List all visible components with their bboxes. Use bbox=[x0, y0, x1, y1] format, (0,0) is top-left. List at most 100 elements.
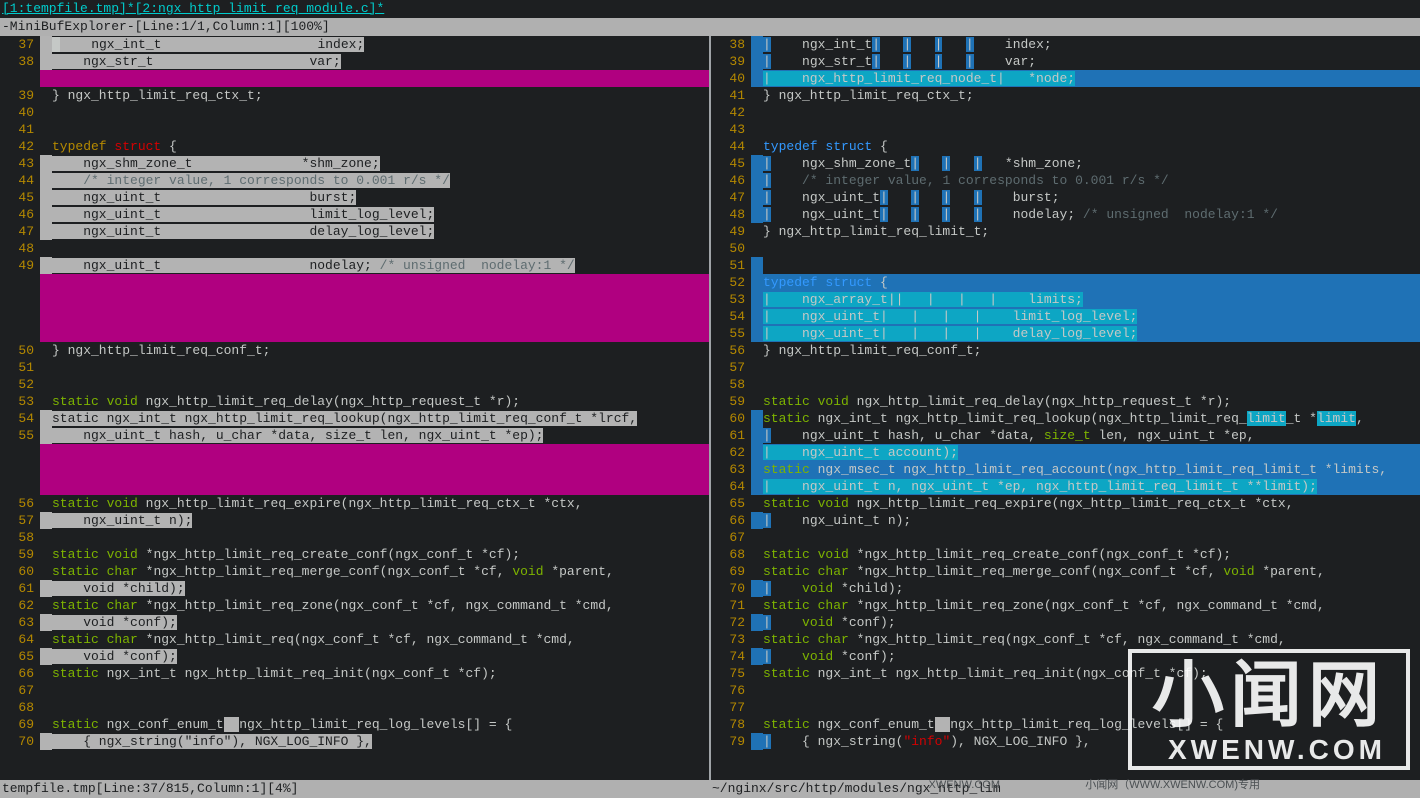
code-text[interactable]: ngx_uint_t hash, u_char *data, size_t le… bbox=[52, 427, 709, 444]
code-text[interactable]: | ngx_uint_t n, ngx_uint_t *ep, ngx_http… bbox=[763, 478, 1420, 495]
code-text[interactable]: static void *ngx_http_limit_req_create_c… bbox=[52, 546, 709, 563]
code-text[interactable] bbox=[52, 325, 709, 342]
code-text[interactable] bbox=[763, 359, 1420, 376]
code-text[interactable]: typedef struct { bbox=[763, 274, 1420, 291]
code-text[interactable] bbox=[763, 699, 1420, 716]
code-text[interactable]: | { ngx_string("info"), NGX_LOG_INFO }, bbox=[763, 733, 1420, 750]
code-text[interactable]: static ngx_msec_t ngx_http_limit_req_acc… bbox=[763, 461, 1420, 478]
code-text[interactable] bbox=[52, 308, 709, 325]
code-line[interactable]: 63 void *conf); bbox=[0, 614, 709, 631]
code-text[interactable]: ngx_shm_zone_t *shm_zone; bbox=[52, 155, 709, 172]
code-text[interactable]: | ngx_int_t| | | | index; bbox=[763, 36, 1420, 53]
code-text[interactable]: /* integer value, 1 corresponds to 0.001… bbox=[52, 172, 709, 189]
code-text[interactable]: ngx_uint_t burst; bbox=[52, 189, 709, 206]
code-text[interactable]: } ngx_http_limit_req_conf_t; bbox=[763, 342, 1420, 359]
code-line[interactable]: 46 ngx_uint_t limit_log_level; bbox=[0, 206, 709, 223]
code-text[interactable]: | void *conf); bbox=[763, 648, 1420, 665]
code-line[interactable]: 51 bbox=[0, 359, 709, 376]
left-pane[interactable]: 37 ngx_int_t index;38 ngx_str_t var; 39} … bbox=[0, 36, 711, 780]
code-line[interactable]: 37 ngx_int_t index; bbox=[0, 36, 709, 53]
code-line[interactable]: 56} ngx_http_limit_req_conf_t; bbox=[711, 342, 1420, 359]
code-text[interactable] bbox=[763, 240, 1420, 257]
right-code-area[interactable]: 38| ngx_int_t| | | | index;39| ngx_str_t… bbox=[711, 36, 1420, 750]
code-text[interactable]: ngx_str_t var; bbox=[52, 53, 709, 70]
code-text[interactable] bbox=[763, 682, 1420, 699]
code-line[interactable]: 48 bbox=[0, 240, 709, 257]
code-text[interactable] bbox=[52, 529, 709, 546]
code-line[interactable]: 68static void *ngx_http_limit_req_create… bbox=[711, 546, 1420, 563]
code-text[interactable]: static ngx_int_t ngx_http_limit_req_look… bbox=[52, 410, 709, 427]
code-text[interactable]: static ngx_int_t ngx_http_limit_req_look… bbox=[763, 410, 1420, 427]
code-line[interactable]: 70 { ngx_string("info"), NGX_LOG_INFO }, bbox=[0, 733, 709, 750]
code-line[interactable]: 39} ngx_http_limit_req_ctx_t; bbox=[0, 87, 709, 104]
code-line[interactable] bbox=[0, 291, 709, 308]
code-text[interactable]: static char *ngx_http_limit_req_zone(ngx… bbox=[763, 597, 1420, 614]
code-text[interactable]: | ngx_uint_t hash, u_char *data, size_t … bbox=[763, 427, 1420, 444]
code-line[interactable] bbox=[0, 478, 709, 495]
code-text[interactable] bbox=[763, 529, 1420, 546]
code-line[interactable]: 76 bbox=[711, 682, 1420, 699]
code-line[interactable]: 66static ngx_int_t ngx_http_limit_req_in… bbox=[0, 665, 709, 682]
code-line[interactable]: 77 bbox=[711, 699, 1420, 716]
code-text[interactable]: static ngx_conf_enum_t ngx_http_limit_re… bbox=[52, 716, 709, 733]
code-text[interactable] bbox=[52, 359, 709, 376]
code-text[interactable]: | void *conf); bbox=[763, 614, 1420, 631]
code-text[interactable]: void *conf); bbox=[52, 614, 709, 631]
code-text[interactable] bbox=[52, 121, 709, 138]
code-line[interactable]: 74| void *conf); bbox=[711, 648, 1420, 665]
left-code-area[interactable]: 37 ngx_int_t index;38 ngx_str_t var; 39} … bbox=[0, 36, 709, 750]
code-line[interactable]: 47 ngx_uint_t delay_log_level; bbox=[0, 223, 709, 240]
code-line[interactable]: 59static void *ngx_http_limit_req_create… bbox=[0, 546, 709, 563]
code-line[interactable]: 38| ngx_int_t| | | | index; bbox=[711, 36, 1420, 53]
code-line[interactable]: 53| ngx_array_t|| | | | limits; bbox=[711, 291, 1420, 308]
code-text[interactable]: | ngx_uint_t| | | | nodelay; /* unsigned… bbox=[763, 206, 1420, 223]
code-text[interactable] bbox=[763, 257, 1420, 274]
code-line[interactable] bbox=[0, 444, 709, 461]
code-text[interactable]: static char *ngx_http_limit_req(ngx_conf… bbox=[763, 631, 1420, 648]
code-text[interactable] bbox=[52, 274, 709, 291]
code-text[interactable]: | ngx_uint_t account); bbox=[763, 444, 1420, 461]
code-text[interactable]: } ngx_http_limit_req_ctx_t; bbox=[52, 87, 709, 104]
code-text[interactable]: static void ngx_http_limit_req_delay(ngx… bbox=[52, 393, 709, 410]
code-text[interactable]: static char *ngx_http_limit_req(ngx_conf… bbox=[52, 631, 709, 648]
code-text[interactable] bbox=[763, 376, 1420, 393]
code-line[interactable]: 52typedef struct { bbox=[711, 274, 1420, 291]
code-text[interactable] bbox=[52, 444, 709, 461]
code-line[interactable]: 58 bbox=[711, 376, 1420, 393]
code-line[interactable]: 61| ngx_uint_t hash, u_char *data, size_… bbox=[711, 427, 1420, 444]
code-text[interactable] bbox=[52, 376, 709, 393]
code-text[interactable]: | ngx_str_t| | | | var; bbox=[763, 53, 1420, 70]
code-text[interactable] bbox=[52, 478, 709, 495]
code-line[interactable]: 38 ngx_str_t var; bbox=[0, 53, 709, 70]
code-text[interactable]: static char *ngx_http_limit_req_merge_co… bbox=[52, 563, 709, 580]
code-line[interactable] bbox=[0, 274, 709, 291]
code-line[interactable]: 66| ngx_uint_t n); bbox=[711, 512, 1420, 529]
code-line[interactable]: 79| { ngx_string("info"), NGX_LOG_INFO }… bbox=[711, 733, 1420, 750]
code-text[interactable]: | ngx_uint_t n); bbox=[763, 512, 1420, 529]
code-text[interactable] bbox=[52, 240, 709, 257]
code-text[interactable] bbox=[763, 104, 1420, 121]
code-text[interactable]: | ngx_uint_t| | | | limit_log_level; bbox=[763, 308, 1420, 325]
code-text[interactable] bbox=[763, 121, 1420, 138]
code-text[interactable]: | ngx_uint_t| | | | delay_log_level; bbox=[763, 325, 1420, 342]
code-line[interactable]: 44typedef struct { bbox=[711, 138, 1420, 155]
code-line[interactable]: 56static void ngx_http_limit_req_expire(… bbox=[0, 495, 709, 512]
code-line[interactable]: 61 void *child); bbox=[0, 580, 709, 597]
code-line[interactable]: 41} ngx_http_limit_req_ctx_t; bbox=[711, 87, 1420, 104]
code-text[interactable]: typedef struct { bbox=[763, 138, 1420, 155]
code-text[interactable]: static ngx_int_t ngx_http_limit_req_init… bbox=[52, 665, 709, 682]
code-text[interactable]: ngx_uint_t delay_log_level; bbox=[52, 223, 709, 240]
code-text[interactable]: } ngx_http_limit_req_conf_t; bbox=[52, 342, 709, 359]
code-line[interactable]: 45 ngx_uint_t burst; bbox=[0, 189, 709, 206]
code-text[interactable]: | void *child); bbox=[763, 580, 1420, 597]
code-line[interactable]: 65 void *conf); bbox=[0, 648, 709, 665]
code-line[interactable]: 48| ngx_uint_t| | | | nodelay; /* unsign… bbox=[711, 206, 1420, 223]
code-text[interactable]: ngx_uint_t limit_log_level; bbox=[52, 206, 709, 223]
code-line[interactable]: 46| /* integer value, 1 corresponds to 0… bbox=[711, 172, 1420, 189]
code-text[interactable]: | /* integer value, 1 corresponds to 0.0… bbox=[763, 172, 1420, 189]
code-text[interactable]: static char *ngx_http_limit_req_zone(ngx… bbox=[52, 597, 709, 614]
code-line[interactable] bbox=[0, 308, 709, 325]
code-line[interactable]: 63static ngx_msec_t ngx_http_limit_req_a… bbox=[711, 461, 1420, 478]
code-line[interactable] bbox=[0, 70, 709, 87]
code-text[interactable] bbox=[52, 461, 709, 478]
